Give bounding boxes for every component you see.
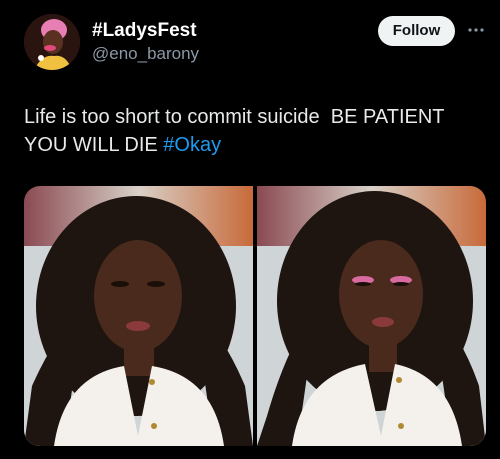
more-horizontal-icon[interactable] — [466, 20, 486, 40]
media-photo-1[interactable] — [24, 186, 253, 446]
avatar[interactable] — [24, 14, 80, 70]
media-photo-2[interactable] — [257, 186, 486, 446]
follow-button[interactable]: Follow — [378, 16, 455, 46]
tweet-text: Life is too short to commit suicide BE P… — [24, 103, 484, 159]
media-grid — [24, 186, 486, 446]
tweet-card: #LadysFest @eno_barony Follow Life is to… — [0, 0, 500, 459]
tweet-body-text: Life is too short to commit suicide BE P… — [24, 106, 450, 156]
user-handle[interactable]: @eno_barony — [92, 44, 199, 64]
display-name[interactable]: #LadysFest — [92, 20, 197, 42]
hashtag-link[interactable]: #Okay — [163, 134, 221, 156]
